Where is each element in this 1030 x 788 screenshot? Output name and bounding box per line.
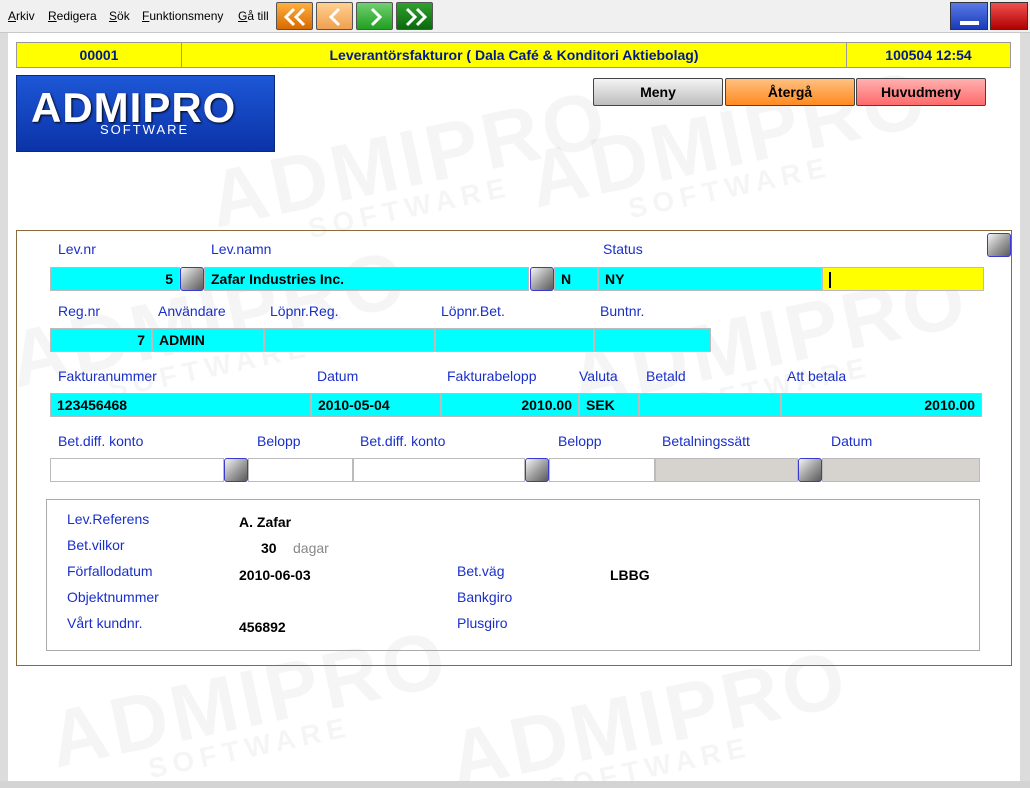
objektnummer-label: Objektnummer	[67, 589, 159, 605]
last-record-button[interactable]	[396, 2, 433, 30]
double-chevron-left-icon	[283, 7, 306, 27]
datum-field[interactable]: 2010-05-04	[311, 393, 441, 417]
status-bar	[0, 781, 1030, 788]
minimize-button[interactable]	[950, 2, 988, 30]
fakturanr-label: Fakturanummer	[58, 368, 157, 384]
main-content: ADMIPROSOFTWARE ADMIPROSOFTWARE ADMIPROS…	[8, 33, 1020, 781]
levnr-lookup-button[interactable]	[180, 267, 204, 291]
buntnr-label: Buntnr.	[600, 303, 645, 319]
lopnrbet-label: Löpnr.Bet.	[441, 303, 505, 319]
anvandare-field[interactable]: ADMIN	[152, 328, 264, 352]
forfallodatum-value: 2010-06-03	[239, 567, 311, 583]
betdiff-konto2-field[interactable]	[353, 458, 525, 482]
fakturabelopp-label: Fakturabelopp	[447, 368, 537, 384]
status-label: Status	[603, 241, 643, 257]
betvag-label: Bet.väg	[457, 563, 505, 579]
betvilkor-value: 30	[261, 540, 277, 556]
betalningssatt-lookup-button[interactable]	[798, 458, 822, 482]
details-panel: Lev.Referens A. Zafar Bet.vilkor 30 daga…	[46, 499, 980, 651]
datum2-label: Datum	[831, 433, 873, 449]
anvandare-label: Användare	[158, 303, 226, 319]
attbetala-field[interactable]: 2010.00	[781, 393, 982, 417]
previous-record-button[interactable]	[316, 2, 353, 30]
datum2-field[interactable]	[822, 458, 980, 482]
betdiff-konto2-label: Bet.diff. konto	[360, 433, 446, 449]
lopnrreg-label: Löpnr.Reg.	[270, 303, 339, 319]
valuta-label: Valuta	[579, 368, 618, 384]
betdiff-konto1-label: Bet.diff. konto	[58, 433, 144, 449]
admipro-logo: ADMIPRO SOFTWARE	[16, 75, 275, 152]
belopp1-label: Belopp	[257, 433, 301, 449]
dagar-label: dagar	[293, 540, 329, 556]
double-chevron-right-icon	[405, 7, 428, 27]
regnr-label: Reg.nr	[58, 303, 101, 319]
flag-field[interactable]: N	[554, 267, 598, 291]
lopnrbet-field[interactable]	[435, 328, 594, 352]
fakturabelopp-field[interactable]: 2010.00	[441, 393, 579, 417]
levref-label: Lev.Referens	[67, 511, 150, 527]
attbetala-label: Att betala	[787, 368, 847, 384]
levnr-field[interactable]: 5	[50, 267, 180, 291]
betalningssatt-label: Betalningssätt	[662, 433, 750, 449]
kundnr-value: 456892	[239, 619, 286, 635]
text-cursor	[829, 272, 831, 289]
next-record-button[interactable]	[356, 2, 393, 30]
lopnrreg-field[interactable]	[264, 328, 435, 352]
status-extra-field[interactable]	[822, 267, 984, 291]
bankgiro-label: Bankgiro	[457, 589, 513, 605]
plusgiro-label: Plusgiro	[457, 615, 508, 631]
menu-funktionsmeny[interactable]: Funktionsmeny	[142, 9, 223, 23]
fakturanr-field[interactable]: 123456468	[50, 393, 311, 417]
betdiff-konto1-field[interactable]	[50, 458, 224, 482]
title-bar: 00001 Leverantörsfakturor ( Dala Café & …	[16, 42, 1011, 68]
betalningssatt-field[interactable]	[655, 458, 798, 482]
betald-field[interactable]	[639, 393, 781, 417]
levnamn-label: Lev.namn	[211, 241, 272, 257]
regnr-field[interactable]: 7	[50, 328, 152, 352]
huvudmeny-button[interactable]: Huvudmeny	[856, 78, 986, 106]
status-field[interactable]: NY	[598, 267, 822, 291]
close-icon	[991, 3, 1029, 31]
forfallodatum-label: Förfallodatum	[67, 563, 153, 579]
atergå-button[interactable]: Återgå	[725, 78, 855, 106]
levnamn-lookup-button[interactable]	[530, 267, 554, 291]
betvag-value: LBBG	[610, 567, 650, 583]
status-lookup-button[interactable]	[987, 233, 1011, 257]
datum-label: Datum	[317, 368, 359, 384]
menu-ga-till[interactable]: Gå till	[238, 9, 269, 23]
chevron-left-icon	[328, 7, 341, 27]
konto1-lookup-button[interactable]	[224, 458, 248, 482]
levref-value: A. Zafar	[239, 514, 292, 530]
betvilkor-label: Bet.vilkor	[67, 537, 125, 553]
meny-button[interactable]: Meny	[593, 78, 723, 106]
buntnr-field[interactable]	[594, 328, 711, 352]
minimize-icon	[960, 21, 979, 25]
levnr-label: Lev.nr	[58, 241, 96, 257]
menu-sok[interactable]: Sök	[109, 9, 130, 23]
konto2-lookup-button[interactable]	[525, 458, 549, 482]
date-time: 100504 12:54	[885, 47, 972, 63]
menu-redigera[interactable]: Redigera	[48, 9, 97, 23]
page-title: Leverantörsfakturor ( Dala Café & Kondit…	[329, 47, 699, 63]
kundnr-label: Vårt kundnr.	[67, 615, 143, 631]
menu-bar: Arkiv Redigera Sök Funktionsmeny Gå till	[0, 0, 1030, 33]
belopp2-label: Belopp	[558, 433, 602, 449]
chevron-right-icon	[370, 7, 383, 27]
record-id: 00001	[79, 47, 119, 63]
valuta-field[interactable]: SEK	[579, 393, 639, 417]
levnamn-field[interactable]: Zafar Industries Inc.	[204, 267, 529, 291]
belopp2-field[interactable]	[549, 458, 655, 482]
belopp1-field[interactable]	[248, 458, 353, 482]
first-record-button[interactable]	[276, 2, 313, 30]
menu-arkiv[interactable]: Arkiv	[8, 9, 35, 23]
betald-label: Betald	[646, 368, 686, 384]
close-button[interactable]	[990, 2, 1028, 30]
